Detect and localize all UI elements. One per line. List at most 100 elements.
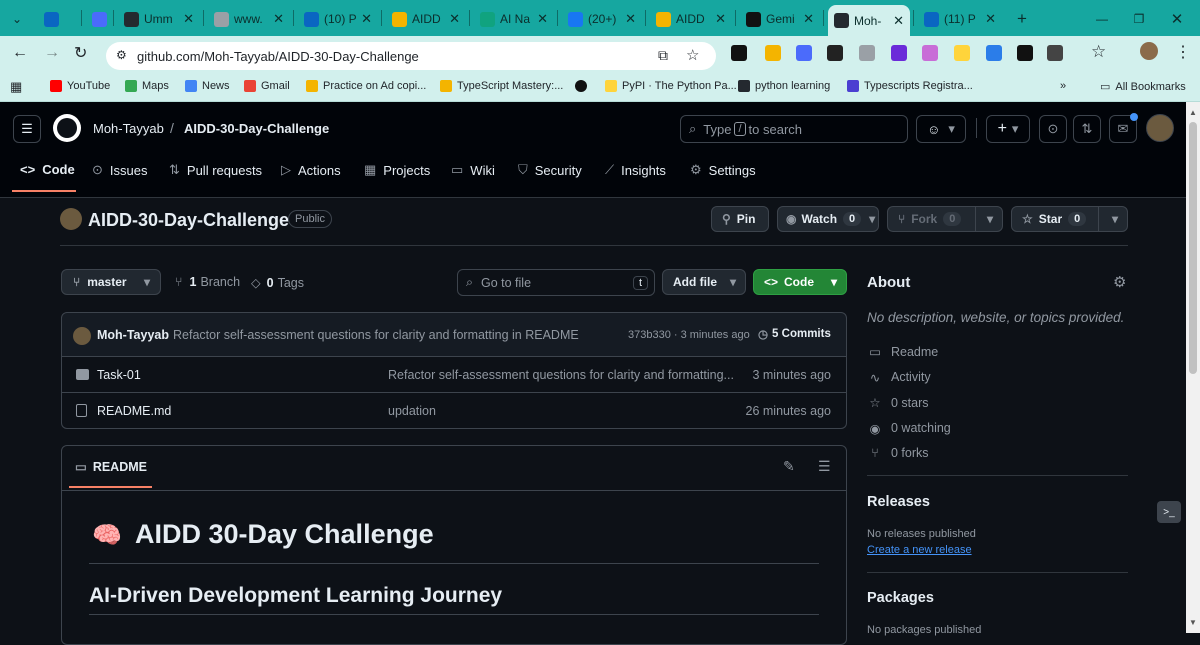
repo-tab-issues[interactable]: ⊙ Issues — [92, 162, 147, 178]
install-app-icon[interactable]: ⧉ — [658, 47, 668, 64]
extension-icon[interactable] — [986, 45, 1002, 61]
bookmark-item[interactable]: python learning — [738, 80, 830, 92]
bookmark-item[interactable]: YouTube — [50, 80, 110, 92]
browser-tab[interactable]: Umm ✕ — [118, 6, 200, 32]
scrollbar-thumb[interactable] — [1189, 122, 1197, 374]
floating-copilot-button[interactable]: >_ — [1157, 501, 1181, 523]
star-page-icon[interactable]: ☆ — [686, 46, 699, 64]
repo-tab-actions[interactable]: ▷ Actions — [281, 162, 341, 178]
tab-close-icon[interactable]: ✕ — [715, 11, 726, 27]
repo-tab-security[interactable]: ⛉ Security — [518, 162, 582, 178]
browser-tab[interactable] — [86, 6, 110, 32]
releases-title[interactable]: Releases — [867, 494, 930, 510]
readme-tab[interactable]: ▭ README — [75, 459, 147, 475]
outline-list-icon[interactable]: ☰ — [818, 458, 831, 475]
menu-kebab-icon[interactable]: ⋮ — [1175, 42, 1191, 62]
forward-icon[interactable]: → — [44, 44, 60, 62]
file-name[interactable]: Task-01 — [97, 368, 141, 382]
bookmark-item[interactable]: Typescripts Registra... — [847, 80, 973, 92]
tab-close-icon[interactable]: ✕ — [625, 11, 636, 27]
tab-search-button[interactable]: ⌄ — [4, 6, 30, 32]
file-row[interactable]: README.md updation 26 minutes ago — [61, 393, 847, 429]
about-link-readme[interactable]: ▭ Readme — [867, 344, 938, 360]
commits-link[interactable]: ◷ 5 Commits — [758, 327, 831, 341]
tab-close-icon[interactable]: ✕ — [361, 11, 372, 27]
page-scrollbar[interactable]: ▲ ▼ — [1186, 102, 1200, 633]
extension-icon[interactable] — [922, 45, 938, 61]
create-release-link[interactable]: Create a new release — [867, 544, 972, 556]
hamburger-menu-button[interactable]: ☰ — [13, 115, 41, 143]
new-tab-button[interactable]: + — [1012, 6, 1032, 32]
branches-link[interactable]: ⑂ 1 Branch — [175, 275, 240, 289]
browser-tab[interactable]: (11) P ✕ — [918, 6, 1002, 32]
star-button[interactable]: ☆ Star 0 ▾ — [1011, 206, 1128, 232]
more-bookmarks-button[interactable]: » — [1060, 80, 1066, 92]
watch-button[interactable]: ◉ Watch 0 ▾ — [777, 206, 879, 232]
tab-close-icon[interactable]: ✕ — [985, 11, 996, 27]
pull-requests-button[interactable]: ⇅ — [1073, 115, 1101, 143]
copilot-button[interactable]: ☺ ▾ — [916, 115, 966, 143]
minimize-button[interactable]: — — [1093, 6, 1111, 32]
browser-tab[interactable]: (10) P ✕ — [298, 6, 378, 32]
bookmark-item[interactable]: PyPI · The Python Pa... — [605, 80, 737, 92]
search-input[interactable]: ⌕ Type / to search — [680, 115, 908, 143]
add-file-button[interactable]: Add file ▾ — [662, 269, 746, 295]
browser-tab[interactable]: Moh- ✕ — [828, 5, 910, 36]
repo-tab-settings[interactable]: ⚙ Settings — [690, 162, 756, 178]
commit-author[interactable]: Moh-Tayyab — [97, 328, 169, 342]
github-logo-icon[interactable] — [53, 114, 81, 142]
edit-pencil-icon[interactable]: ✎ — [783, 458, 795, 475]
repo-tab-projects[interactable]: ▦ Projects — [364, 162, 430, 178]
apps-grid-icon[interactable]: ▦ — [10, 79, 22, 95]
browser-tab[interactable]: Gemi ✕ — [740, 6, 820, 32]
issues-button[interactable]: ⊙ — [1039, 115, 1067, 143]
tab-close-icon[interactable]: ✕ — [537, 11, 548, 27]
extension-icon[interactable] — [796, 45, 812, 61]
all-bookmarks-button[interactable]: ▭ All Bookmarks — [1100, 80, 1186, 94]
tab-close-icon[interactable]: ✕ — [803, 11, 814, 27]
repo-tab-pull-requests[interactable]: ⇅ Pull requests — [169, 162, 262, 178]
packages-title[interactable]: Packages — [867, 590, 934, 606]
extension-icon[interactable] — [731, 45, 747, 61]
about-link-activity[interactable]: ∿ Activity — [867, 370, 931, 385]
bookmark-item[interactable] — [575, 80, 592, 92]
browser-tab[interactable]: AIDD ✕ — [386, 6, 466, 32]
close-window-button[interactable]: ✕ — [1168, 6, 1186, 32]
extension-icon[interactable] — [891, 45, 907, 61]
create-new-button[interactable]: + ▾ — [986, 115, 1030, 143]
about-settings-gear-icon[interactable]: ⚙ — [1113, 273, 1126, 291]
tab-close-icon[interactable]: ✕ — [273, 11, 284, 27]
repo-tab-insights[interactable]: ⟋ Insights — [605, 162, 666, 178]
address-bar[interactable]: ⚙ github.com/Moh-Tayyab/AIDD-30-Day-Chal… — [106, 42, 716, 70]
extension-icon[interactable] — [859, 45, 875, 61]
file-commit-message[interactable]: updation — [388, 404, 436, 418]
bookmark-item[interactable]: Gmail — [244, 80, 290, 92]
tags-link[interactable]: ◇ 0 Tags — [251, 275, 304, 291]
about-link-forks[interactable]: ⑂ 0 forks — [867, 446, 928, 460]
scroll-up-icon[interactable]: ▲ — [1189, 108, 1197, 117]
fork-button[interactable]: ⑂ Fork 0 ▾ — [887, 206, 1003, 232]
bookmark-item[interactable]: Maps — [125, 80, 169, 92]
repo-title[interactable]: AIDD-30-Day-Challenge — [88, 210, 289, 231]
browser-tab[interactable]: www. ✕ — [208, 6, 290, 32]
file-commit-message[interactable]: Refactor self-assessment questions for c… — [388, 368, 734, 382]
extension-icon[interactable] — [954, 45, 970, 61]
bookmark-item[interactable]: News — [185, 80, 230, 92]
browser-tab[interactable]: AI Na ✕ — [474, 6, 554, 32]
browser-tab[interactable] — [38, 6, 78, 32]
about-link-watching[interactable]: ◉ 0 watching — [867, 421, 951, 436]
extension-icon[interactable] — [827, 45, 843, 61]
pin-button[interactable]: ⚲ Pin — [711, 206, 769, 232]
tab-close-icon[interactable]: ✕ — [449, 11, 460, 27]
tab-close-icon[interactable]: ✕ — [893, 13, 904, 29]
reload-icon[interactable]: ↻ — [74, 43, 87, 63]
scroll-down-icon[interactable]: ▼ — [1189, 618, 1197, 627]
file-row[interactable]: Task-01 Refactor self-assessment question… — [61, 357, 847, 393]
restore-button[interactable]: ❐ — [1130, 6, 1148, 32]
go-to-file-input[interactable]: ⌕ Go to file t — [457, 269, 655, 296]
bookmark-star-icon[interactable]: ☆ — [1091, 42, 1106, 62]
owner-link[interactable]: Moh-Tayyab — [93, 121, 164, 136]
browser-tab[interactable]: (20+) ✕ — [562, 6, 642, 32]
commit-message[interactable]: Refactor self-assessment questions for c… — [173, 328, 579, 342]
bookmark-item[interactable]: TypeScript Mastery:... — [440, 80, 563, 92]
